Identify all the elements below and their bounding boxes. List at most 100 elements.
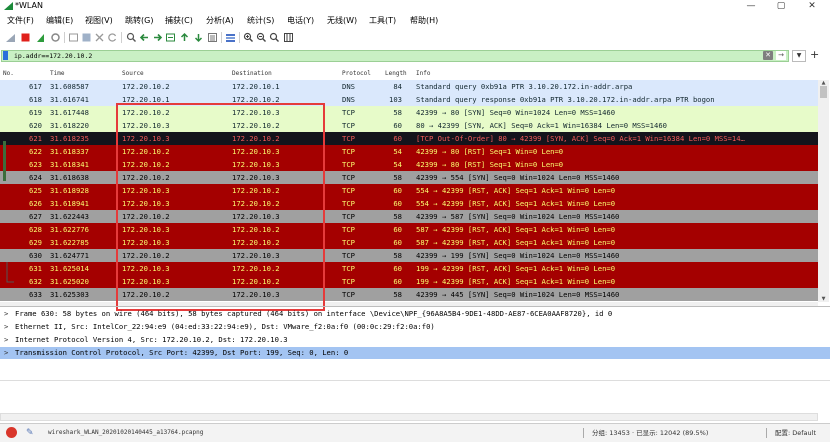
menu-view[interactable]: 视图(V) [85, 16, 113, 26]
cell-destination: 172.20.10.3 [232, 173, 280, 182]
cell-source: 172.20.10.3 [122, 238, 170, 247]
goto-icon[interactable] [165, 32, 176, 43]
cell-destination: 172.20.10.2 [232, 225, 280, 234]
forward-icon[interactable] [152, 32, 163, 43]
pane-divider[interactable] [0, 306, 830, 307]
col-no[interactable]: No. [3, 69, 14, 79]
menu-edit[interactable]: 编辑(E) [46, 16, 73, 26]
profile-selector[interactable]: 配置: Default [775, 425, 816, 441]
expand-arrow-icon[interactable]: > [4, 347, 8, 359]
expand-arrow-icon[interactable]: > [4, 308, 8, 320]
col-length[interactable]: Length [385, 69, 407, 79]
packet-row[interactable]: 624 31.618638 172.20.10.2 172.20.10.3 TCP 58 4… [0, 171, 818, 184]
menu-wireless[interactable]: 无线(W) [327, 16, 357, 26]
maximize-button[interactable]: ▢ [766, 0, 796, 13]
colorize-icon[interactable] [225, 32, 236, 43]
detail-tree-item[interactable]: > Ethernet II, Src: IntelCor_22:94:e9 (04… [0, 321, 830, 333]
packet-row[interactable]: 625 31.618928 172.20.10.3 172.20.10.2 TCP 60 5… [0, 184, 818, 197]
packet-row[interactable]: 629 31.622785 172.20.10.3 172.20.10.2 TCP 60 5… [0, 236, 818, 249]
col-source[interactable]: Source [122, 69, 144, 79]
expert-info-icon[interactable] [6, 427, 17, 438]
close-file-icon[interactable] [94, 32, 105, 43]
reload-icon[interactable] [107, 32, 118, 43]
detail-tree-item[interactable]: > Transmission Control Protocol, Src Port… [0, 347, 830, 359]
packet-row[interactable]: 618 31.616741 172.20.10.1 172.20.10.2 DNS 103… [0, 93, 818, 106]
packet-row[interactable]: 620 31.618220 172.20.10.3 172.20.10.2 TCP 60 8… [0, 119, 818, 132]
cell-no: 627 [29, 212, 42, 221]
filter-history-dropdown[interactable]: ▼ [792, 50, 806, 62]
cell-source: 172.20.10.3 [122, 186, 170, 195]
menu-capture[interactable]: 捕获(C) [165, 16, 193, 26]
close-window-button[interactable]: ✕ [797, 0, 827, 13]
resize-columns-icon[interactable] [283, 32, 294, 43]
options-icon[interactable] [50, 32, 61, 43]
col-info[interactable]: Info [416, 69, 430, 79]
filter-bookmark-icon[interactable] [3, 51, 8, 60]
clear-filter-button[interactable]: ✕ [763, 51, 773, 60]
menu-analyze[interactable]: 分析(A) [206, 16, 234, 26]
packet-row[interactable]: 632 31.625020 172.20.10.3 172.20.10.2 TCP 60 1… [0, 275, 818, 288]
col-destination[interactable]: Destination [232, 69, 272, 79]
first-icon[interactable] [179, 32, 190, 43]
shark-fin-icon[interactable] [5, 32, 16, 43]
packet-row[interactable]: 617 31.608587 172.20.10.2 172.20.10.1 DNS 84 S… [0, 80, 818, 93]
display-filter-input[interactable]: ip.addr==172.20.10.2 [1, 50, 789, 62]
find-icon[interactable] [126, 32, 137, 43]
cell-length: 58 [393, 212, 402, 221]
autoscroll-icon[interactable] [207, 32, 218, 43]
last-icon[interactable] [193, 32, 204, 43]
menu-go[interactable]: 跳转(G) [125, 16, 153, 26]
packet-row[interactable]: 621 31.618235 172.20.10.3 172.20.10.2 TCP 60 [… [0, 132, 818, 145]
open-icon[interactable] [68, 32, 79, 43]
packet-row[interactable]: 633 31.625303 172.20.10.2 172.20.10.3 TCP 58 4… [0, 288, 818, 301]
cell-no: 622 [29, 147, 42, 156]
status-separator [766, 428, 767, 438]
cell-protocol: TCP [342, 251, 355, 260]
capture-comment-icon[interactable]: ✎ [26, 425, 34, 441]
save-icon[interactable] [81, 32, 92, 43]
zoom-reset-icon[interactable] [269, 32, 280, 43]
menu-statistics[interactable]: 统计(S) [247, 16, 274, 26]
menu-telephony[interactable]: 电话(Y) [287, 16, 314, 26]
cell-source: 172.20.10.1 [122, 95, 170, 104]
cell-time: 31.622776 [50, 225, 89, 234]
scroll-down-icon[interactable]: ▼ [818, 296, 829, 302]
cell-time: 31.608587 [50, 82, 89, 91]
back-icon[interactable] [139, 32, 150, 43]
zoom-out-icon[interactable] [256, 32, 267, 43]
minimize-button[interactable]: — [736, 0, 766, 13]
packet-row[interactable]: 627 31.622443 172.20.10.2 172.20.10.3 TCP 58 4… [0, 210, 818, 223]
expand-arrow-icon[interactable]: > [4, 321, 8, 333]
packet-row[interactable]: 630 31.624771 172.20.10.2 172.20.10.3 TCP 58 4… [0, 249, 818, 262]
packet-list-scrollbar[interactable]: ▲ ▼ [818, 80, 829, 302]
cell-protocol: TCP [342, 290, 355, 299]
detail-tree-item[interactable]: > Frame 630: 58 bytes on wire (464 bits),… [0, 308, 830, 320]
packet-row[interactable]: 623 31.618341 172.20.10.2 172.20.10.3 TCP 54 4… [0, 158, 818, 171]
packet-row[interactable]: 631 31.625014 172.20.10.3 172.20.10.2 TCP 60 1… [0, 262, 818, 275]
cell-info: Standard query response 0xb91a PTR 3.10.… [416, 95, 715, 104]
restart-icon[interactable] [35, 32, 46, 43]
cell-protocol: TCP [342, 199, 355, 208]
packet-row[interactable]: 626 31.618941 172.20.10.3 172.20.10.2 TCP 60 5… [0, 197, 818, 210]
cell-time: 31.618638 [50, 173, 89, 182]
cell-source: 172.20.10.3 [122, 277, 170, 286]
menu-file[interactable]: 文件(F) [7, 16, 34, 26]
packet-row[interactable]: 622 31.618337 172.20.10.2 172.20.10.3 TCP 54 4… [0, 145, 818, 158]
add-filter-button[interactable]: + [810, 48, 819, 61]
scroll-thumb[interactable] [820, 86, 827, 98]
bytes-hscrollbar[interactable] [0, 413, 818, 421]
packet-row[interactable]: 628 31.622776 172.20.10.3 172.20.10.2 TCP 60 5… [0, 223, 818, 236]
cell-no: 633 [29, 290, 42, 299]
cell-protocol: TCP [342, 147, 355, 156]
packet-row[interactable]: 619 31.617448 172.20.10.2 172.20.10.3 TCP 58 4… [0, 106, 818, 119]
menu-tools[interactable]: 工具(T) [369, 16, 396, 26]
col-protocol[interactable]: Protocol [342, 69, 371, 79]
cell-no: 617 [29, 82, 42, 91]
menu-help[interactable]: 帮助(H) [410, 16, 438, 26]
expand-arrow-icon[interactable]: > [4, 334, 8, 346]
detail-tree-item[interactable]: > Internet Protocol Version 4, Src: 172.2… [0, 334, 830, 346]
col-time[interactable]: Time [50, 69, 64, 79]
zoom-in-icon[interactable] [243, 32, 254, 43]
stop-icon[interactable] [20, 32, 31, 43]
apply-filter-button[interactable]: → [776, 51, 786, 60]
